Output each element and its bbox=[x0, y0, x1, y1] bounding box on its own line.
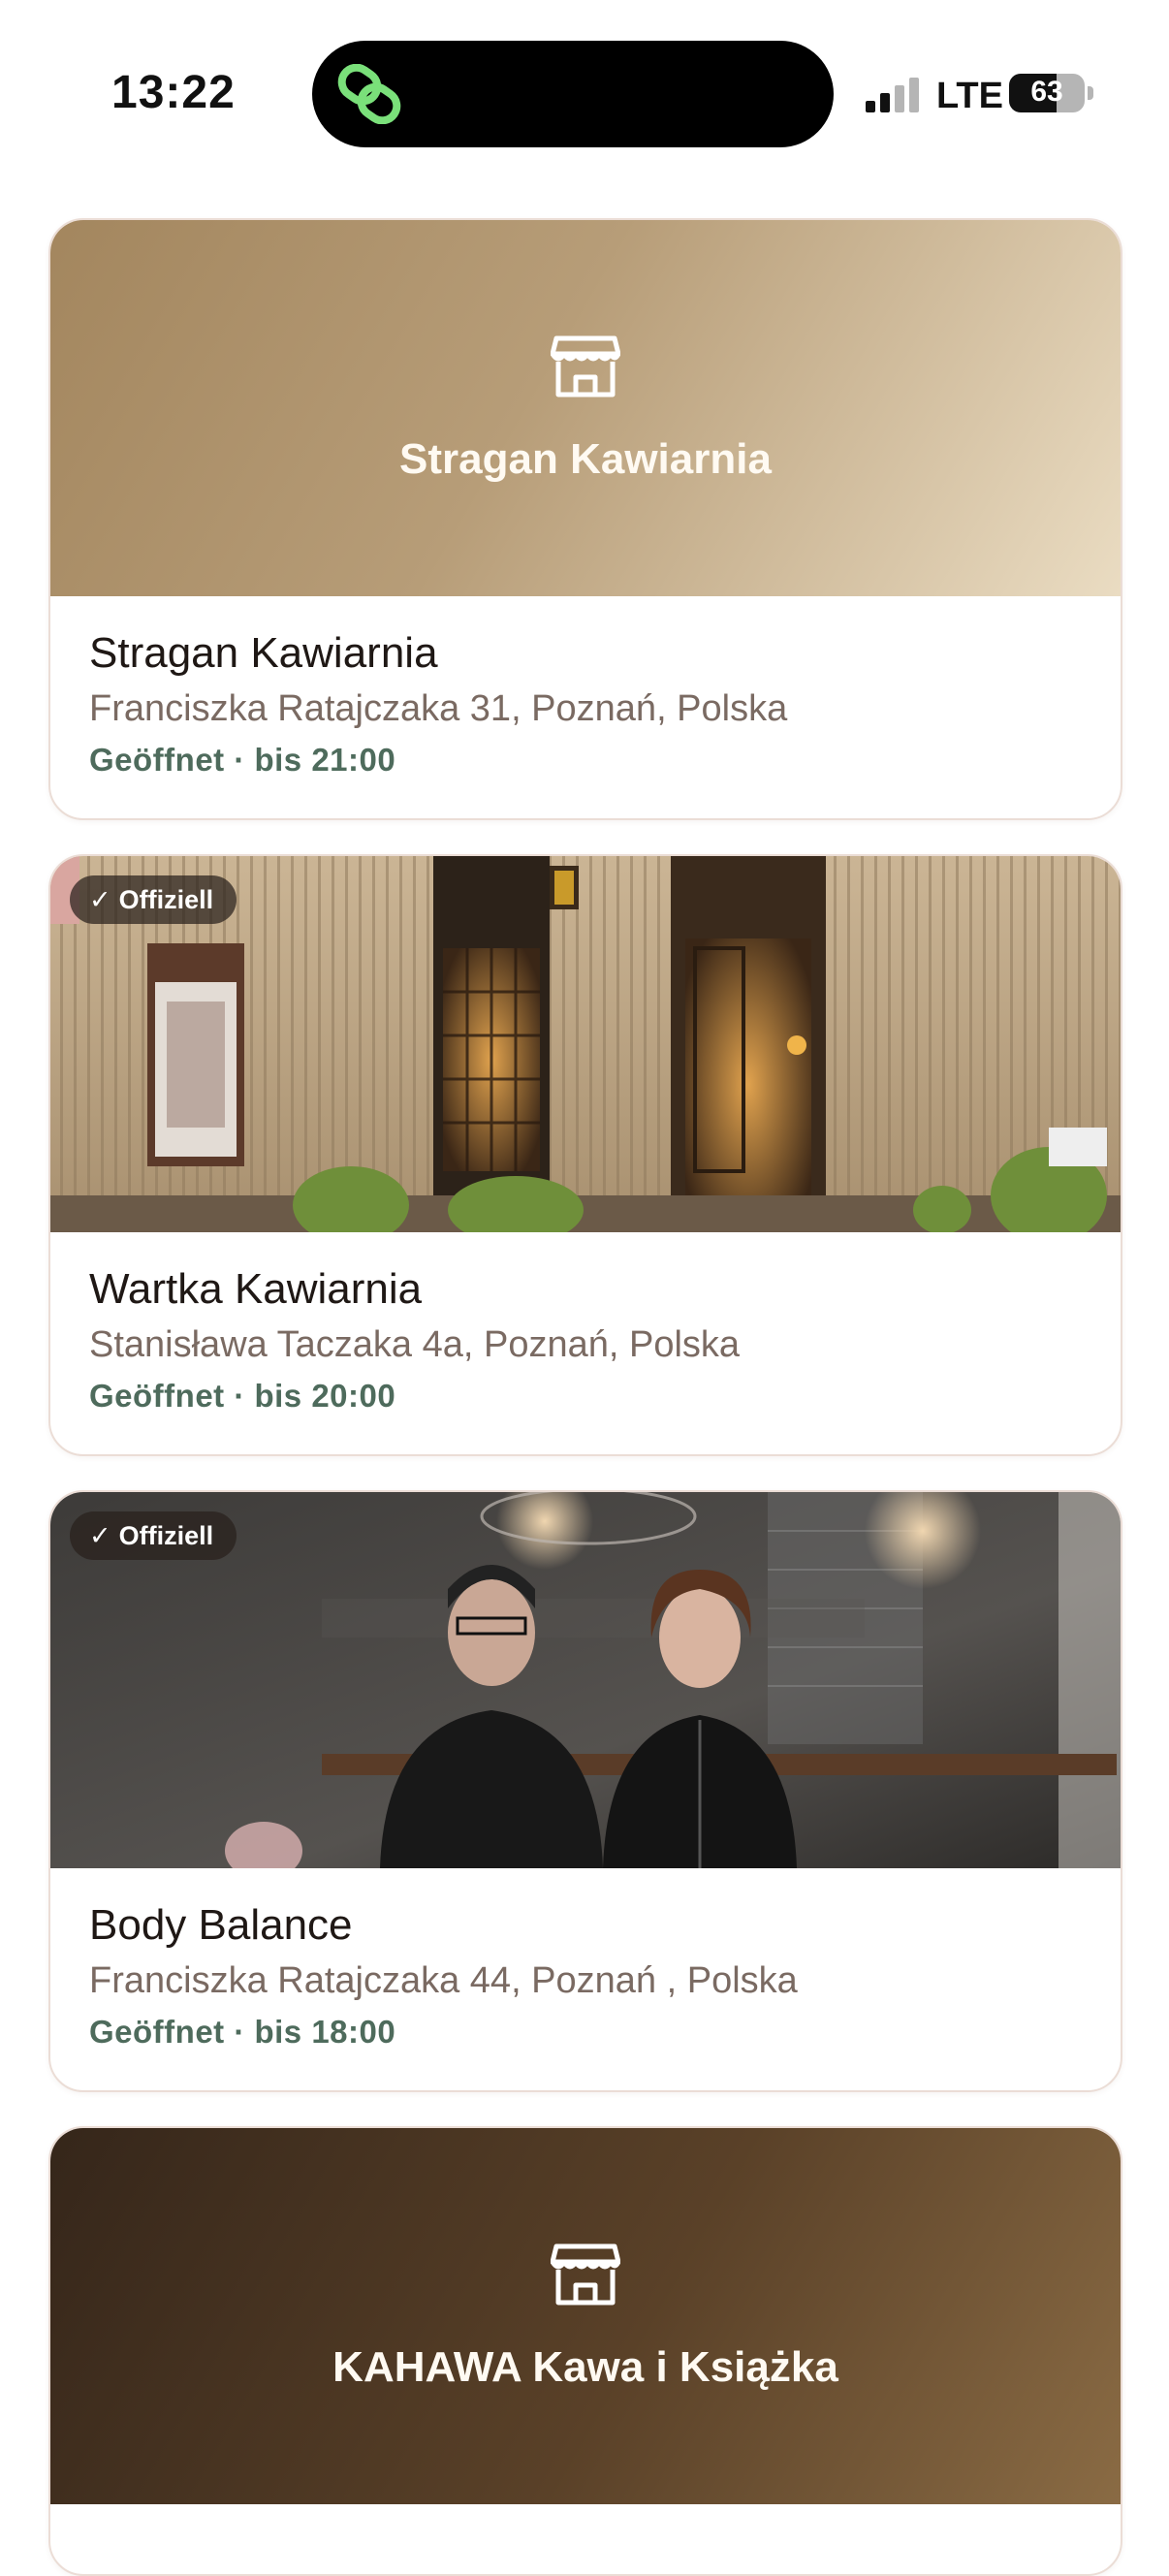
status-time: 13:22 bbox=[111, 67, 236, 118]
hero-title: Stragan Kawiarnia bbox=[399, 435, 772, 483]
battery-cap bbox=[1088, 86, 1093, 100]
cafe-open-status: Geöffnet · bis 18:00 bbox=[89, 2014, 396, 2050]
cafe-card[interactable]: KAHAWA Kawa i Książka bbox=[48, 2126, 1122, 2576]
hero-title: KAHAWA Kawa i Książka bbox=[332, 2343, 838, 2391]
official-badge: ✓ Offiziell bbox=[70, 875, 237, 924]
dynamic-island[interactable] bbox=[312, 41, 834, 147]
official-badge-label: Offiziell bbox=[118, 1521, 214, 1550]
cafe-name: Body Balance bbox=[89, 1901, 353, 1949]
official-badge: ✓ Offiziell bbox=[70, 1511, 237, 1560]
cafe-name: Wartka Kawiarnia bbox=[89, 1265, 423, 1313]
cafe-address: Franciszka Ratajczaka 44, Poznań , Polsk… bbox=[89, 1960, 798, 2001]
storefront-icon bbox=[551, 2243, 620, 2306]
cafe-open-status: Geöffnet · bis 20:00 bbox=[89, 1378, 396, 1414]
link-rings-icon bbox=[337, 64, 401, 124]
storefront-icon bbox=[551, 335, 620, 398]
cellular-signal-icon bbox=[866, 78, 919, 112]
cafe-name: Stragan Kawiarnia bbox=[89, 629, 438, 677]
cafe-hero-placeholder: KAHAWA Kawa i Książka bbox=[50, 2128, 1121, 2504]
cafe-hero-placeholder: Stragan Kawiarnia bbox=[50, 220, 1121, 596]
checkmark-icon: ✓ bbox=[89, 885, 111, 914]
cafe-open-status: Geöffnet · bis 21:00 bbox=[89, 742, 396, 778]
battery-icon: 63 bbox=[1009, 74, 1085, 112]
cafe-address: Stanisława Taczaka 4a, Poznań, Polska bbox=[89, 1324, 741, 1365]
cafe-card[interactable]: ✓ Offiziell Body Balance Franciszka Rataj… bbox=[48, 1490, 1122, 2092]
official-badge-label: Offiziell bbox=[118, 885, 214, 914]
carrier-label: LTE bbox=[936, 76, 1003, 116]
cafe-address: Franciszka Ratajczaka 31, Poznań, Polska bbox=[89, 688, 788, 729]
status-bar: 13:22 LTE 63 bbox=[0, 0, 1169, 184]
battery-percentage: 63 bbox=[1030, 76, 1063, 108]
checkmark-icon: ✓ bbox=[89, 1521, 111, 1550]
cafe-card[interactable]: Stragan Kawiarnia Stragan Kawiarnia Fran… bbox=[48, 218, 1122, 820]
cafe-card[interactable]: ✓ Offiziell Wartka Kawiarnia Stanisława T… bbox=[48, 854, 1122, 1456]
